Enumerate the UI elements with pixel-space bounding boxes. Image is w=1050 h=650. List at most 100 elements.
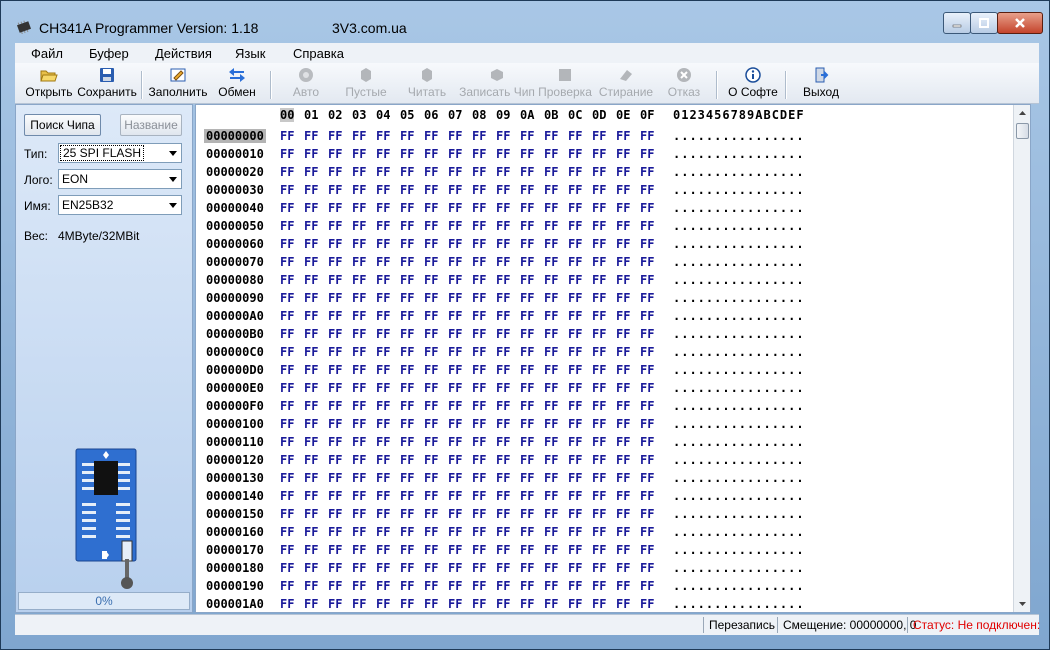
hex-byte[interactable]: FF [640, 417, 654, 431]
hex-byte[interactable]: FF [448, 579, 462, 593]
hex-byte[interactable]: FF [520, 273, 534, 287]
hex-byte[interactable]: FF [520, 129, 534, 143]
exit-button[interactable]: Выход [801, 65, 841, 101]
hex-byte[interactable]: FF [544, 183, 558, 197]
hex-byte[interactable]: FF [376, 381, 390, 395]
hex-byte[interactable]: FF [616, 183, 630, 197]
minimize-button[interactable] [943, 12, 971, 34]
auto-button[interactable]: Авто [288, 65, 324, 101]
hex-byte[interactable]: FF [304, 525, 318, 539]
hex-byte[interactable]: FF [568, 597, 582, 611]
hex-byte[interactable]: FF [376, 183, 390, 197]
hex-byte[interactable]: FF [400, 381, 414, 395]
swap-button[interactable]: Обмен [217, 65, 257, 101]
hex-byte[interactable]: FF [544, 129, 558, 143]
menu-file[interactable]: Файл [31, 46, 63, 61]
hex-byte[interactable]: FF [352, 183, 366, 197]
hex-byte[interactable]: FF [520, 507, 534, 521]
hex-byte[interactable]: FF [568, 327, 582, 341]
hex-byte[interactable]: FF [496, 489, 510, 503]
hex-row[interactable]: 00000070 FF FF FF FF FF FF FF FF FF FF FF FF FF FF FF FF… [196, 253, 1016, 271]
hex-byte[interactable]: FF [328, 543, 342, 557]
hex-byte[interactable]: FF [376, 561, 390, 575]
hex-byte[interactable]: FF [400, 471, 414, 485]
hex-byte[interactable]: FF [568, 381, 582, 395]
hex-byte[interactable]: FF [496, 471, 510, 485]
hex-byte[interactable]: FF [496, 165, 510, 179]
hex-byte[interactable]: FF [352, 399, 366, 413]
hex-byte[interactable]: FF [448, 219, 462, 233]
hex-byte[interactable]: FF [376, 147, 390, 161]
hex-byte[interactable]: FF [400, 273, 414, 287]
open-button[interactable]: Открыть [23, 65, 75, 101]
hex-row[interactable]: 000000B0 FF FF FF FF FF FF FF FF FF FF FF FF FF FF FF FF… [196, 325, 1016, 343]
hex-byte[interactable]: FF [616, 597, 630, 611]
type-select[interactable]: 25 SPI FLASH [58, 143, 182, 163]
hex-byte[interactable]: FF [328, 291, 342, 305]
hex-byte[interactable]: FF [616, 399, 630, 413]
hex-byte[interactable]: FF [448, 183, 462, 197]
hex-byte[interactable]: FF [472, 129, 486, 143]
hex-byte[interactable]: FF [400, 489, 414, 503]
hex-byte[interactable]: FF [280, 507, 294, 521]
hex-byte[interactable]: FF [472, 291, 486, 305]
hex-byte[interactable]: FF [352, 147, 366, 161]
hex-byte[interactable]: FF [640, 543, 654, 557]
hex-byte[interactable]: FF [544, 597, 558, 611]
vertical-scrollbar[interactable] [1013, 105, 1030, 612]
hex-byte[interactable]: FF [640, 273, 654, 287]
hex-byte[interactable]: FF [472, 183, 486, 197]
hex-byte[interactable]: FF [352, 291, 366, 305]
hex-byte[interactable]: FF [328, 237, 342, 251]
hex-byte[interactable]: FF [616, 363, 630, 377]
hex-byte[interactable]: FF [304, 381, 318, 395]
hex-byte[interactable]: FF [328, 417, 342, 431]
hex-byte[interactable]: FF [280, 147, 294, 161]
hex-byte[interactable]: FF [640, 525, 654, 539]
hex-byte[interactable]: FF [400, 417, 414, 431]
hex-byte[interactable]: FF [544, 561, 558, 575]
hex-row[interactable]: 00000150 FF FF FF FF FF FF FF FF FF FF FF FF FF FF FF FF… [196, 505, 1016, 523]
hex-byte[interactable]: FF [520, 453, 534, 467]
hex-byte[interactable]: FF [448, 273, 462, 287]
hex-byte[interactable]: FF [592, 327, 606, 341]
hex-byte[interactable]: FF [280, 597, 294, 611]
hex-byte[interactable]: FF [568, 291, 582, 305]
hex-byte[interactable]: FF [496, 507, 510, 521]
hex-byte[interactable]: FF [424, 381, 438, 395]
hex-byte[interactable]: FF [352, 579, 366, 593]
hex-byte[interactable]: FF [616, 165, 630, 179]
hex-row[interactable]: 00000060 FF FF FF FF FF FF FF FF FF FF FF FF FF FF FF FF… [196, 235, 1016, 253]
hex-byte[interactable]: FF [592, 417, 606, 431]
hex-byte[interactable]: FF [640, 489, 654, 503]
hex-byte[interactable]: FF [520, 489, 534, 503]
hex-byte[interactable]: FF [328, 597, 342, 611]
hex-byte[interactable]: FF [544, 435, 558, 449]
hex-byte[interactable]: FF [496, 201, 510, 215]
hex-byte[interactable]: FF [376, 471, 390, 485]
hex-byte[interactable]: FF [496, 561, 510, 575]
read-button[interactable]: Читать [405, 65, 449, 101]
hex-byte[interactable]: FF [568, 237, 582, 251]
hex-byte[interactable]: FF [448, 291, 462, 305]
hex-byte[interactable]: FF [616, 453, 630, 467]
hex-byte[interactable]: FF [400, 399, 414, 413]
hex-byte[interactable]: FF [280, 453, 294, 467]
hex-byte[interactable]: FF [400, 309, 414, 323]
hex-byte[interactable]: FF [448, 309, 462, 323]
hex-byte[interactable]: FF [592, 183, 606, 197]
hex-byte[interactable]: FF [280, 273, 294, 287]
hex-byte[interactable]: FF [568, 435, 582, 449]
hex-byte[interactable]: FF [616, 543, 630, 557]
hex-byte[interactable]: FF [280, 543, 294, 557]
hex-byte[interactable]: FF [616, 129, 630, 143]
hex-byte[interactable]: FF [328, 345, 342, 359]
hex-byte[interactable]: FF [544, 399, 558, 413]
hex-byte[interactable]: FF [448, 597, 462, 611]
hex-byte[interactable]: FF [280, 489, 294, 503]
hex-byte[interactable]: FF [280, 201, 294, 215]
hex-byte[interactable]: FF [280, 381, 294, 395]
hex-row[interactable]: 000000D0 FF FF FF FF FF FF FF FF FF FF FF FF FF FF FF FF… [196, 361, 1016, 379]
hex-byte[interactable]: FF [496, 237, 510, 251]
hex-byte[interactable]: FF [520, 345, 534, 359]
